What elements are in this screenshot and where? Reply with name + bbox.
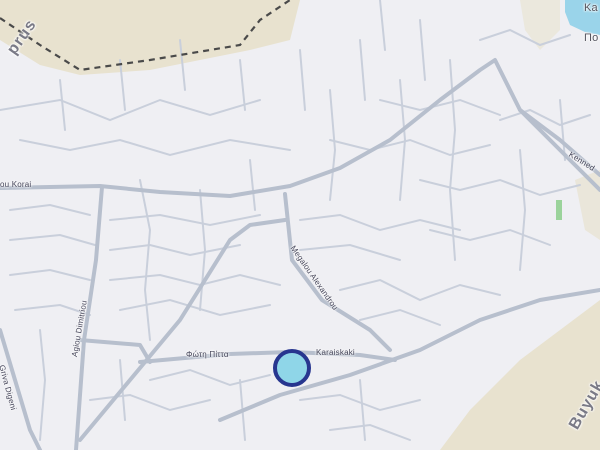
map-canvas (0, 0, 600, 450)
location-marker[interactable] (273, 349, 311, 387)
street-label-korai: ou Korai (0, 180, 32, 189)
street-label-fotis-pittas: Φώτη Πίττα (186, 350, 229, 359)
place-label-top-right-sub: Πο (584, 32, 599, 44)
park-area (556, 200, 562, 220)
place-label-top-right: Ka (584, 2, 598, 14)
map-view[interactable]: prus Buyuk Ka Πο Kenned ou Korai Megalou… (0, 0, 600, 450)
street-label-karaiskaki: Karaiskaki (316, 348, 355, 357)
